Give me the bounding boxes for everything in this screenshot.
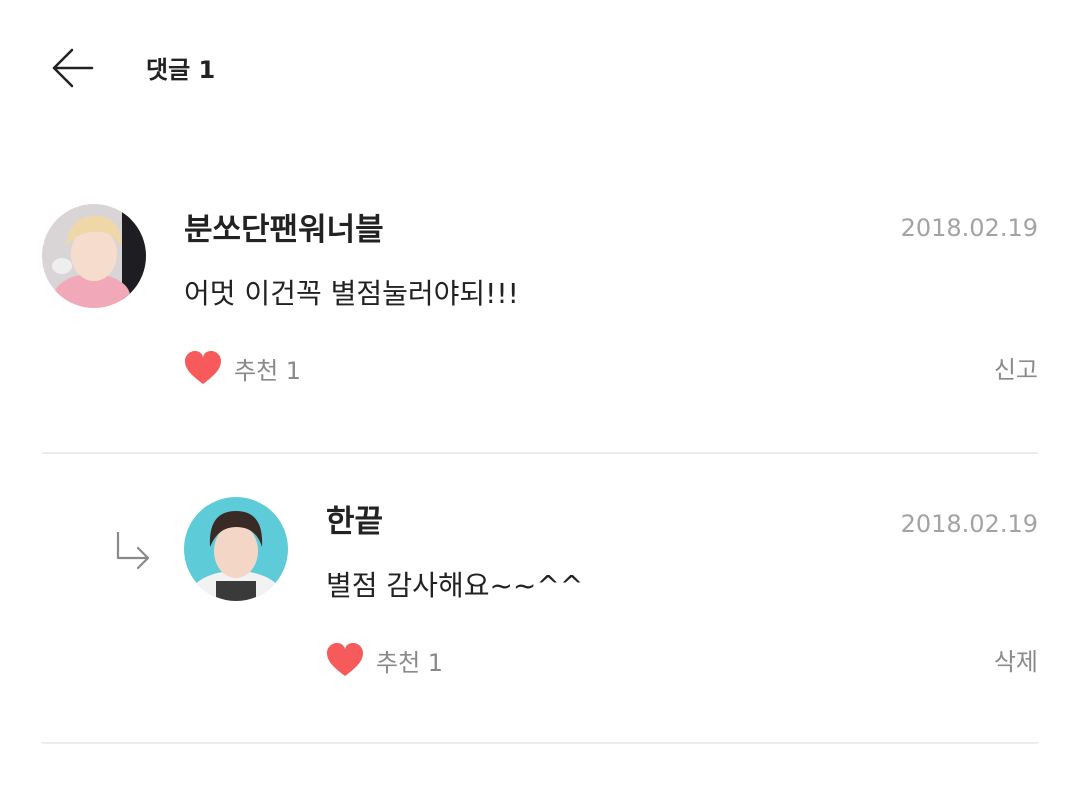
reply-text: 별점 감사해요~~^^ <box>326 569 584 602</box>
reply-date: 2018.02.19 <box>900 510 1038 538</box>
page-title: 댓글 1 <box>146 56 216 84</box>
comment-date: 2018.02.19 <box>900 214 1038 242</box>
comments-page: 댓글 1 분쏘단팬워너블 2018.02.19 어멋 이건꼭 별점눌러야되!!!… <box>0 0 1080 810</box>
comment-text: 어멋 이건꼭 별점눌러야되!!! <box>184 277 519 310</box>
reply-username[interactable]: 한끝 <box>326 502 383 542</box>
reply-arrow-icon <box>116 532 150 570</box>
like-button[interactable]: 추천 1 <box>326 640 443 680</box>
heart-icon <box>185 351 221 384</box>
avatar[interactable] <box>184 497 288 601</box>
delete-button[interactable]: 삭제 <box>994 642 1038 682</box>
arrow-left-icon <box>52 48 94 88</box>
heart-icon <box>327 643 363 676</box>
divider <box>42 452 1038 454</box>
like-button[interactable]: 추천 1 <box>184 348 301 388</box>
comment-username[interactable]: 분쏘단팬워너블 <box>184 210 384 250</box>
report-button[interactable]: 신고 <box>994 350 1038 390</box>
like-count: 추천 1 <box>234 356 302 385</box>
avatar[interactable] <box>42 204 146 308</box>
back-button[interactable] <box>40 36 104 100</box>
like-count: 추천 1 <box>376 648 444 677</box>
divider <box>42 742 1038 744</box>
